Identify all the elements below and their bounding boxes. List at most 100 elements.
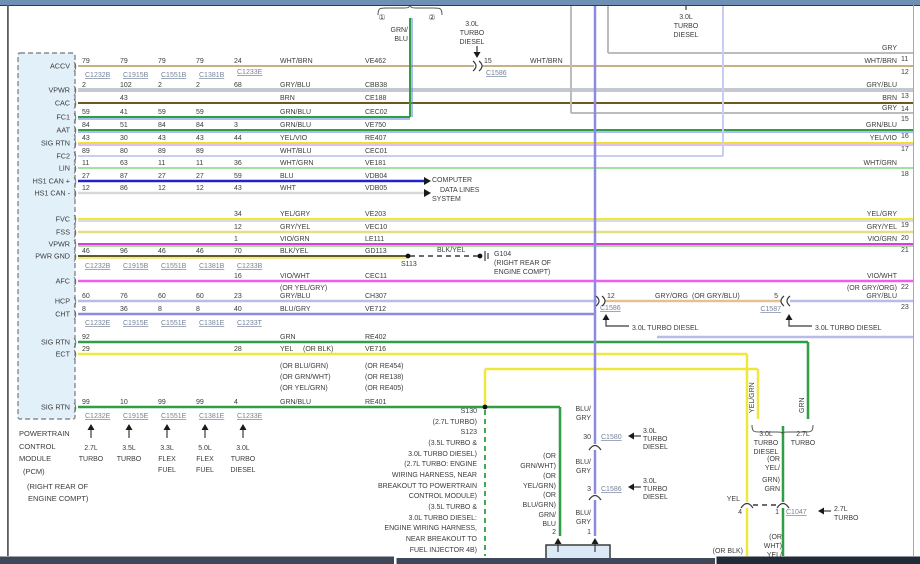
pcm-pin-bracket: ) — [74, 113, 77, 124]
connector-link-c1232b[interactable]: C1232B — [85, 72, 111, 79]
connector-link-c1233b[interactable]: C1233B — [237, 263, 263, 270]
connector-link-c1233e[interactable]: C1233E — [237, 413, 263, 420]
pcm-pin-label: AAT — [57, 126, 71, 135]
annotation: YEL — [727, 496, 740, 503]
pcm-pin-label: ACCV — [50, 62, 70, 71]
connector-link-c1233t[interactable]: C1233T — [237, 320, 263, 327]
connector-link-c1551b[interactable]: C1551B — [161, 263, 187, 270]
annotation: TURBO — [791, 440, 816, 447]
pcm-pin-bracket: ) — [74, 310, 77, 321]
engine-variant-label: 3.3L — [160, 445, 174, 452]
window-bottom-bar[interactable] — [716, 556, 920, 564]
annotation: GRN) — [762, 477, 780, 484]
circuit-id: VE203 — [365, 211, 386, 218]
pin-number: 12 — [82, 185, 90, 192]
connector-link-c1381b[interactable]: C1381B — [199, 263, 225, 270]
pin-number: 11 — [196, 160, 203, 167]
wire-color-label: YEL/VIO — [280, 135, 308, 142]
window-bottom-bar[interactable] — [396, 558, 716, 564]
annotation: TURBO — [460, 30, 485, 37]
pcm-pin-label: FVC — [56, 215, 70, 224]
wire-color-label: WHT/GRN — [280, 160, 313, 167]
connector-link-c1233e[interactable]: C1233E — [237, 69, 263, 76]
annotation: 3 — [587, 486, 591, 493]
connector-link-c1232b[interactable]: C1232B — [85, 263, 111, 270]
edge-wire-color: BRN — [882, 95, 897, 102]
connector-link-c1232e[interactable]: C1232E — [85, 413, 111, 420]
connector-link-c1915e[interactable]: C1915E — [123, 320, 149, 327]
circuit-id-alt: (OR RE138) — [365, 374, 404, 381]
edge-wire-color: YEL/VIO — [870, 135, 898, 142]
pin-number: 46 — [158, 248, 166, 255]
connector-link-c1551e[interactable]: C1551E — [161, 413, 187, 420]
annotation: 3.0L TURBO DIESEL — [632, 325, 699, 332]
connector-link-c1580[interactable]: C1580 — [601, 434, 622, 441]
connector-link-c1381b[interactable]: C1381B — [199, 72, 225, 79]
connector-link-c1586[interactable]: C1586 — [486, 70, 507, 77]
connector-link-c1586[interactable]: C1586 — [601, 486, 622, 493]
edge-continuation-number: 22 — [901, 284, 909, 291]
pin-number: 43 — [158, 135, 166, 142]
window-bottom-bar[interactable] — [0, 556, 394, 564]
annotation: 2.7L — [834, 506, 848, 513]
connector-link-c1047[interactable]: C1047 — [786, 509, 807, 516]
annotation: DIESEL — [460, 39, 485, 46]
connector-link-c1915e[interactable]: C1915E — [123, 413, 149, 420]
pin-number: 2 — [158, 82, 162, 89]
annotation: TURBO — [643, 436, 668, 443]
circuit-id: VEC10 — [365, 224, 387, 231]
circuit-id: CEC02 — [365, 109, 388, 116]
connector-link-c1551b[interactable]: C1551B — [161, 72, 187, 79]
wire-color-alt: (OR BLK) — [303, 346, 333, 353]
connector-link-c1587[interactable]: C1587 — [760, 306, 781, 313]
pin-number: 86 — [120, 185, 128, 192]
pin-number: 60 — [158, 293, 166, 300]
connector-link-c1381e[interactable]: C1381E — [199, 413, 225, 420]
annotation: SYSTEM — [432, 196, 461, 203]
splice-note-line: (2.7L TURBO) — [433, 419, 477, 426]
pin-number: 10 — [120, 399, 128, 406]
engine-variant-label: DIESEL — [231, 467, 256, 474]
edge-wire-color: YEL/GRY — [867, 211, 898, 218]
pin-number: 4 — [234, 399, 238, 406]
pcm-wiring-diagram: POWERTRAIN CONTROL MODULE (PCM) (RIGHT REAR … — [0, 0, 920, 564]
edge-wire-color-alt: (OR GRY/ORG) — [847, 285, 897, 292]
splice-note-line: 3.0L TURBO DIESEL) — [408, 451, 477, 458]
annotation: GRY/ORG — [655, 293, 688, 300]
pin-number: 8 — [196, 306, 200, 313]
window-top-bar — [0, 0, 920, 5]
pin-number: 27 — [82, 173, 90, 180]
connector-link-c1915b[interactable]: C1915B — [123, 263, 149, 270]
pin-number: 46 — [196, 248, 204, 255]
annotation: 3.0L TURBO DIESEL — [815, 325, 882, 332]
engine-variant-label: FLEX — [196, 456, 214, 463]
annotation: GRN — [799, 397, 806, 413]
connector-link-c1232e[interactable]: C1232E — [85, 320, 111, 327]
edge-continuation-number: 18 — [901, 171, 909, 178]
edge-continuation-number: 20 — [901, 235, 909, 242]
pcm-title-line: POWERTRAIN — [19, 429, 70, 438]
pin-number: 70 — [234, 248, 242, 255]
pin-number: 24 — [234, 58, 242, 65]
pcm-pin-bracket: ) — [74, 189, 77, 200]
pin-number: 102 — [120, 82, 132, 89]
circuit-id: VE716 — [365, 346, 386, 353]
pin-number: 12 — [196, 185, 204, 192]
window-right-border — [913, 5, 914, 556]
connector-link-c1381e[interactable]: C1381E — [199, 320, 225, 327]
splice-note-line: 3.0L TURBO DIESEL: — [409, 515, 478, 522]
engine-variant-label: 5.0L — [198, 445, 212, 452]
circuit-id: RE401 — [365, 399, 387, 406]
annotation: DIESEL — [674, 32, 699, 39]
connector-link-c1551e[interactable]: C1551E — [161, 320, 187, 327]
engine-variant-label: 2.7L — [84, 445, 98, 452]
pcm-pin-bracket: ) — [74, 62, 77, 73]
pcm-pin-label: FSS — [56, 228, 70, 237]
annotation: (RIGHT REAR OF — [494, 260, 551, 267]
connector-link-c1915b[interactable]: C1915B — [123, 72, 149, 79]
pcm-title-line: (PCM) — [23, 467, 45, 476]
pcm-pin-label: FC2 — [56, 152, 70, 161]
connector-link-c1586[interactable]: C1586 — [600, 305, 621, 312]
annotation: 3.0L — [679, 14, 693, 21]
pcm-pin-bracket: ) — [74, 86, 77, 97]
